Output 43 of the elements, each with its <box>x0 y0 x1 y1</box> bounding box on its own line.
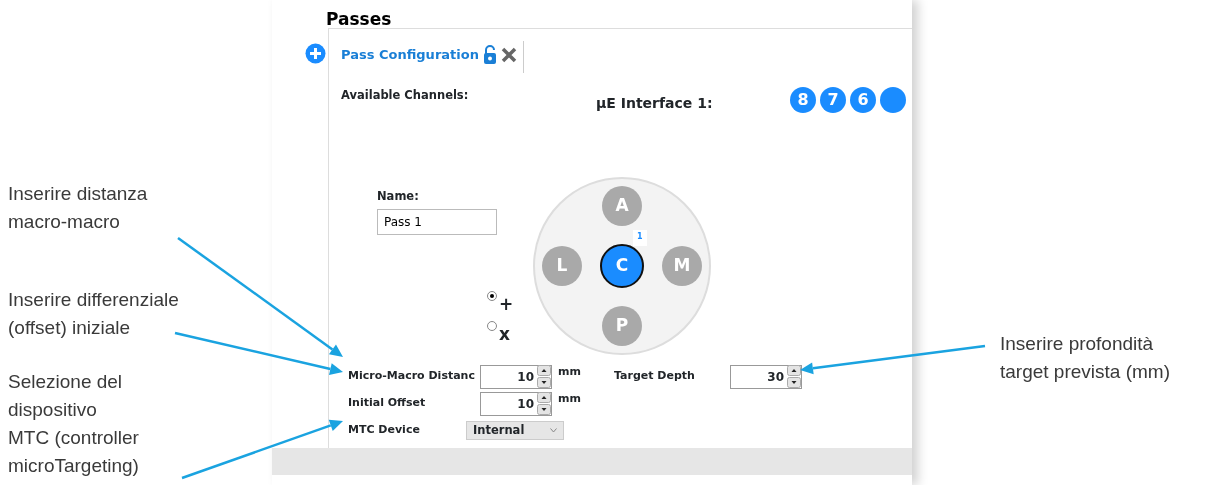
radio-button[interactable] <box>487 321 497 332</box>
spin-up-icon[interactable] <box>537 392 551 403</box>
channel-button[interactable] <box>880 87 906 113</box>
spin-down-icon[interactable] <box>537 404 551 415</box>
add-icon[interactable] <box>305 43 326 64</box>
number-field[interactable]: 10 <box>480 364 552 389</box>
unlocked-padlock-icon[interactable] <box>482 45 497 65</box>
field-label: Target Depth <box>614 368 696 385</box>
field-label: Initial Offset <box>348 395 427 412</box>
radio-button[interactable] <box>487 291 497 302</box>
annotation-text: Selezione del dispositivo MTC (controller microTargeting) <box>8 370 139 478</box>
electrode-position-button[interactable]: P <box>602 306 642 346</box>
annotation-text: Inserire profondità target prevista (mm) <box>1000 332 1170 384</box>
caret-icon <box>550 428 557 433</box>
channel-button[interactable]: 7 <box>820 87 846 113</box>
electrode-position-button[interactable]: A <box>602 186 642 226</box>
channel-button[interactable]: 8 <box>790 87 816 113</box>
annotation-text: Inserire distanza macro-macro <box>8 182 148 234</box>
field-label: Micro-Macro Distanc <box>348 368 476 385</box>
spin-up-icon[interactable] <box>787 365 801 376</box>
channel-button[interactable]: 6 <box>850 87 876 113</box>
count-badge: 1 <box>633 230 647 246</box>
close-icon[interactable] <box>500 47 517 63</box>
pass-configuration-tab[interactable]: Pass Configuration <box>341 45 479 65</box>
mtc-device-dropdown[interactable]: Internal <box>466 421 564 440</box>
electrode-position-button[interactable]: L <box>542 246 582 286</box>
electrode-position-button[interactable]: M <box>662 246 702 286</box>
spin-down-icon[interactable] <box>787 377 801 388</box>
electrode-position-button[interactable]: C <box>600 244 644 288</box>
spin-down-icon[interactable] <box>537 377 551 388</box>
spin-up-icon[interactable] <box>537 365 551 376</box>
pattern-label: x <box>499 325 510 344</box>
number-field[interactable]: 30 <box>730 364 802 389</box>
unit-label: mm <box>558 391 582 408</box>
available-channels-label: Available Channels: <box>341 87 470 104</box>
name-label: Name: <box>377 188 420 205</box>
unit-label: mm <box>558 364 582 381</box>
number-field[interactable]: 10 <box>480 391 552 416</box>
panel-title: Passes <box>326 10 393 28</box>
annotation-text: Inserire differenziale (offset) iniziale <box>8 288 179 340</box>
name-field[interactable]: Pass 1 <box>377 209 497 236</box>
interface-label: µE Interface 1: <box>596 94 714 113</box>
pattern-label: + <box>499 295 514 314</box>
